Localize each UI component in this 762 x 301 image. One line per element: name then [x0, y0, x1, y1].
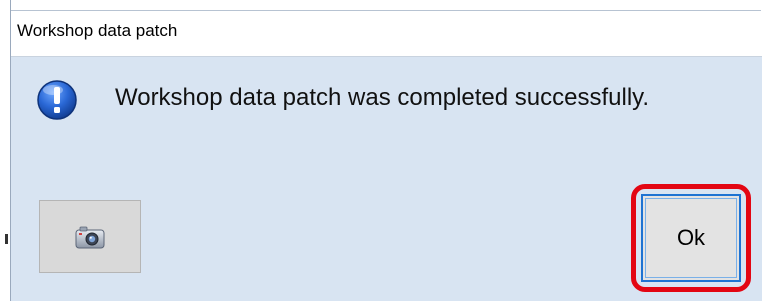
- message-dialog: Workshop data patch Workshop data patch …: [10, 0, 762, 301]
- title-bar: Workshop data patch: [11, 0, 762, 57]
- window-edge-mark: [5, 234, 8, 244]
- ok-button-label: Ok: [676, 225, 706, 250]
- ok-button[interactable]: Ok: [641, 194, 741, 282]
- window-title: Workshop data patch: [17, 21, 178, 40]
- screenshot-button[interactable]: [39, 200, 141, 273]
- status-message: Workshop data patch was completed succes…: [115, 84, 650, 111]
- info-exclamation-icon: [36, 79, 78, 121]
- title-bar-divider: [11, 10, 761, 11]
- camera-icon: [75, 226, 105, 248]
